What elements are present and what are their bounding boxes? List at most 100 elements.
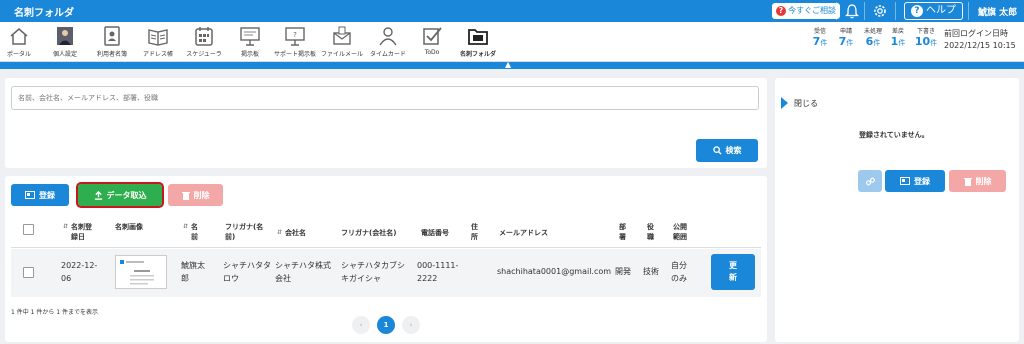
avatar-icon <box>57 27 73 45</box>
chevron-up-icon[interactable]: ▲ <box>505 60 511 69</box>
side-register-button[interactable]: 登録 <box>885 170 945 192</box>
collapse-strip[interactable]: ▲ <box>0 60 1024 69</box>
business-card-thumbnail[interactable] <box>115 255 167 289</box>
cell-furigana: シャチハタタロウ <box>223 261 271 283</box>
top-bar: 名刺フォルダ ? 今すぐご相談 ? ヘルプ 鯱旗 太郎 <box>0 0 1024 22</box>
detail-side-panel: 閉じる 登録されていません。 登録 削除 <box>775 78 1019 342</box>
col-company-furigana: フリガナ(会社名) <box>341 229 397 237</box>
search-input[interactable] <box>11 86 759 110</box>
table-row[interactable]: 2022-12-06 鯱旗太郎 シャチハタタロウ シャチハタ株式会社 シャチハタ… <box>11 249 761 297</box>
nav-item-portal[interactable]: ポータル <box>4 24 34 60</box>
pagination-next[interactable]: › <box>402 316 420 334</box>
help-question-icon: ? <box>911 5 923 17</box>
col-phone: 電話番号 <box>421 229 449 237</box>
nav-item-scheduler[interactable]: スケジューラ <box>184 24 224 60</box>
help-button[interactable]: ? ヘルプ <box>904 2 963 20</box>
col-company[interactable]: ⇵ 会社名 <box>277 228 306 238</box>
card-image <box>120 260 154 285</box>
question-icon: ? <box>776 6 786 16</box>
col-address: 住所 <box>471 223 478 241</box>
divider <box>864 2 865 20</box>
caret-right-icon <box>781 97 788 109</box>
contact-button[interactable]: ? 今すぐご相談 <box>772 3 840 19</box>
support-board-icon: ? <box>285 27 305 46</box>
close-panel-button[interactable]: 閉じる <box>781 97 818 109</box>
table-header: ⇵ 名刺登録日 名刺画像 ⇵ 名前 フリガナ(名前) ⇵ 会社名 フリガナ(会社名) … <box>11 214 761 248</box>
last-login-info: 前回ログイン日時 2022/12/15 10:15 <box>944 28 1016 52</box>
search-button[interactable]: 検索 <box>696 139 758 162</box>
upload-icon <box>94 190 102 200</box>
link-button[interactable] <box>858 170 882 192</box>
user-name[interactable]: 鯱旗 太郎 <box>978 5 1017 18</box>
nav-item-todo[interactable]: ToDo <box>418 24 446 60</box>
nav-item-support-board[interactable]: ? サポート掲示板 <box>272 24 318 60</box>
search-icon <box>712 146 722 155</box>
last-login-label: 前回ログイン日時 <box>944 29 1008 38</box>
cell-scope: 自分のみ <box>671 261 687 283</box>
row-checkbox[interactable] <box>23 267 34 278</box>
nav-item-business-card-folder[interactable]: 名刺フォルダ <box>456 24 500 60</box>
id-card-icon <box>900 177 910 185</box>
col-scope: 公開範囲 <box>673 223 687 241</box>
sort-icon: ⇵ <box>277 229 283 236</box>
cell-name: 鯱旗太郎 <box>181 261 205 283</box>
nav-item-address-book[interactable]: アドレス帳 <box>140 24 176 60</box>
card-list-panel: 登録 データ取込 削除 ⇵ 名刺登録日 名刺画像 ⇵ 名前 フリガナ(名前) ⇵ 会社… <box>5 176 767 342</box>
pagination-page[interactable]: 1 <box>377 316 395 334</box>
contact-book-icon <box>104 26 120 46</box>
record-count: 1 件中 1 件から 1 件までを表示 <box>11 309 98 316</box>
stat-drafts[interactable]: 下書き 10件 <box>912 26 940 48</box>
board-icon <box>240 27 260 46</box>
chevron-left-icon: ‹ <box>359 321 363 329</box>
file-mail-icon <box>333 26 351 45</box>
address-book-icon <box>148 29 168 46</box>
trash-icon <box>181 191 190 200</box>
cell-company-furigana: シャチハタカブシキガイシャ <box>341 261 405 283</box>
stat-returned[interactable]: 差戻 1件 <box>888 26 908 48</box>
cell-reg-date: 2022-12-06 <box>61 261 98 283</box>
sort-icon: ⇵ <box>63 223 69 230</box>
link-icon <box>865 177 875 185</box>
col-position: 役職 <box>647 223 654 241</box>
divider <box>836 2 837 20</box>
cell-department: 開発 <box>615 267 631 276</box>
bell-icon[interactable] <box>845 3 859 19</box>
col-reg-date[interactable]: ⇵ 名刺登録日 <box>63 222 101 242</box>
help-label: ヘルプ <box>926 5 956 16</box>
col-email: メールアドレス <box>499 229 548 237</box>
last-login-value: 2022/12/15 10:15 <box>944 41 1016 50</box>
delete-button[interactable]: 削除 <box>168 184 223 206</box>
nav-item-personal-settings[interactable]: 個人設定 <box>46 24 84 60</box>
id-card-icon <box>25 191 35 199</box>
select-all-checkbox[interactable] <box>23 224 34 235</box>
gear-icon[interactable] <box>872 3 888 19</box>
sort-icon: ⇵ <box>183 223 189 230</box>
cell-company: シャチハタ株式会社 <box>275 261 331 283</box>
stat-unprocessed[interactable]: 未処理 6件 <box>861 26 885 48</box>
timecard-icon <box>379 27 397 46</box>
col-name[interactable]: ⇵ 名前 <box>183 222 207 242</box>
data-import-button[interactable]: データ取込 <box>76 182 164 208</box>
side-delete-button[interactable]: 削除 <box>949 170 1006 192</box>
pagination-prev[interactable]: ‹ <box>352 316 370 334</box>
app-title: 名刺フォルダ <box>14 8 74 19</box>
nav-item-bulletin-board[interactable]: 掲示板 <box>234 24 266 60</box>
app-nav-bar: ポータル 個人設定 利用者名簿 アドレス帳 スケジューラ 掲示板 ? サポート掲… <box>0 22 1024 62</box>
stat-received[interactable]: 受信 7件 <box>810 26 830 48</box>
search-panel: 検索 <box>5 78 767 168</box>
trash-icon <box>963 177 972 186</box>
empty-message: 登録されていません。 <box>859 131 929 139</box>
nav-item-timecard[interactable]: タイムカード <box>366 24 410 60</box>
nav-item-file-mail[interactable]: ファイルメール <box>320 24 364 60</box>
chevron-right-icon: › <box>409 321 413 329</box>
cell-position: 技術 <box>643 267 659 276</box>
col-department: 部署 <box>619 223 626 241</box>
col-furigana: フリガナ(名前) <box>225 223 264 241</box>
nav-item-user-directory[interactable]: 利用者名簿 <box>92 24 132 60</box>
todo-check-icon <box>423 27 442 45</box>
update-button[interactable]: 更新 <box>711 254 755 290</box>
cell-phone: 000-1111-2222 <box>417 261 459 283</box>
stat-applied[interactable]: 申請 7件 <box>836 26 856 48</box>
register-button[interactable]: 登録 <box>11 184 69 206</box>
business-card-folder-icon <box>468 29 488 45</box>
